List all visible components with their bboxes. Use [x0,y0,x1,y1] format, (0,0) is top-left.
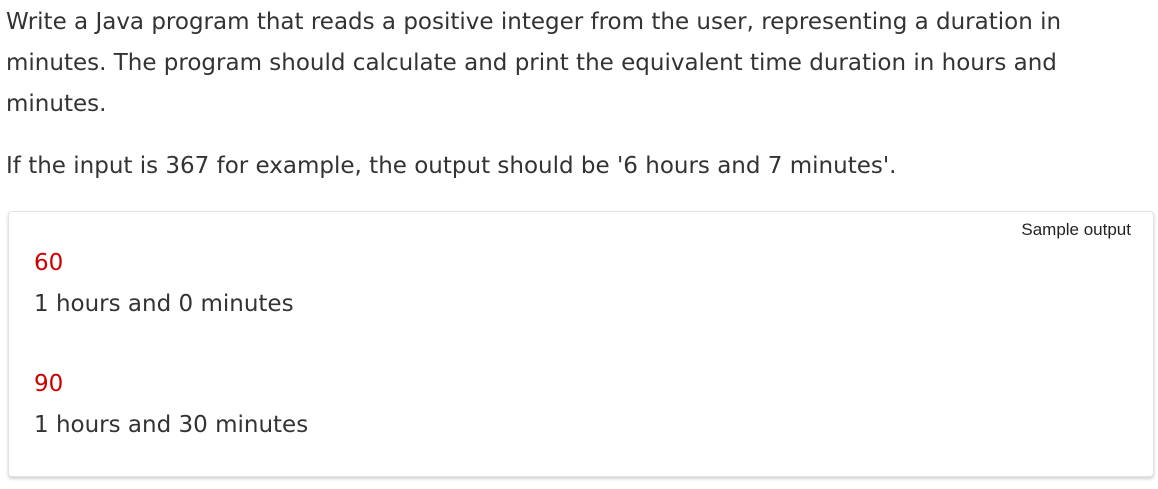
sample-output-panel: Sample output 60 1 hours and 0 minutes 9… [8,211,1154,477]
sample-input: 60 [34,250,64,276]
sample-case: 60 1 hours and 0 minutes [34,243,294,325]
sample-output-line: 1 hours and 30 minutes [34,412,309,438]
problem-example: If the input is 367 for example, the out… [6,153,897,179]
problem-description: Write a Java program that reads a positi… [6,9,1062,117]
sample-input: 90 [34,371,64,397]
sample-output-line: 1 hours and 0 minutes [34,291,294,317]
problem-statement: Write a Java program that reads a positi… [6,2,1154,187]
sample-output-title: Sample output [1021,220,1131,239]
sample-case: 90 1 hours and 30 minutes [34,364,308,446]
